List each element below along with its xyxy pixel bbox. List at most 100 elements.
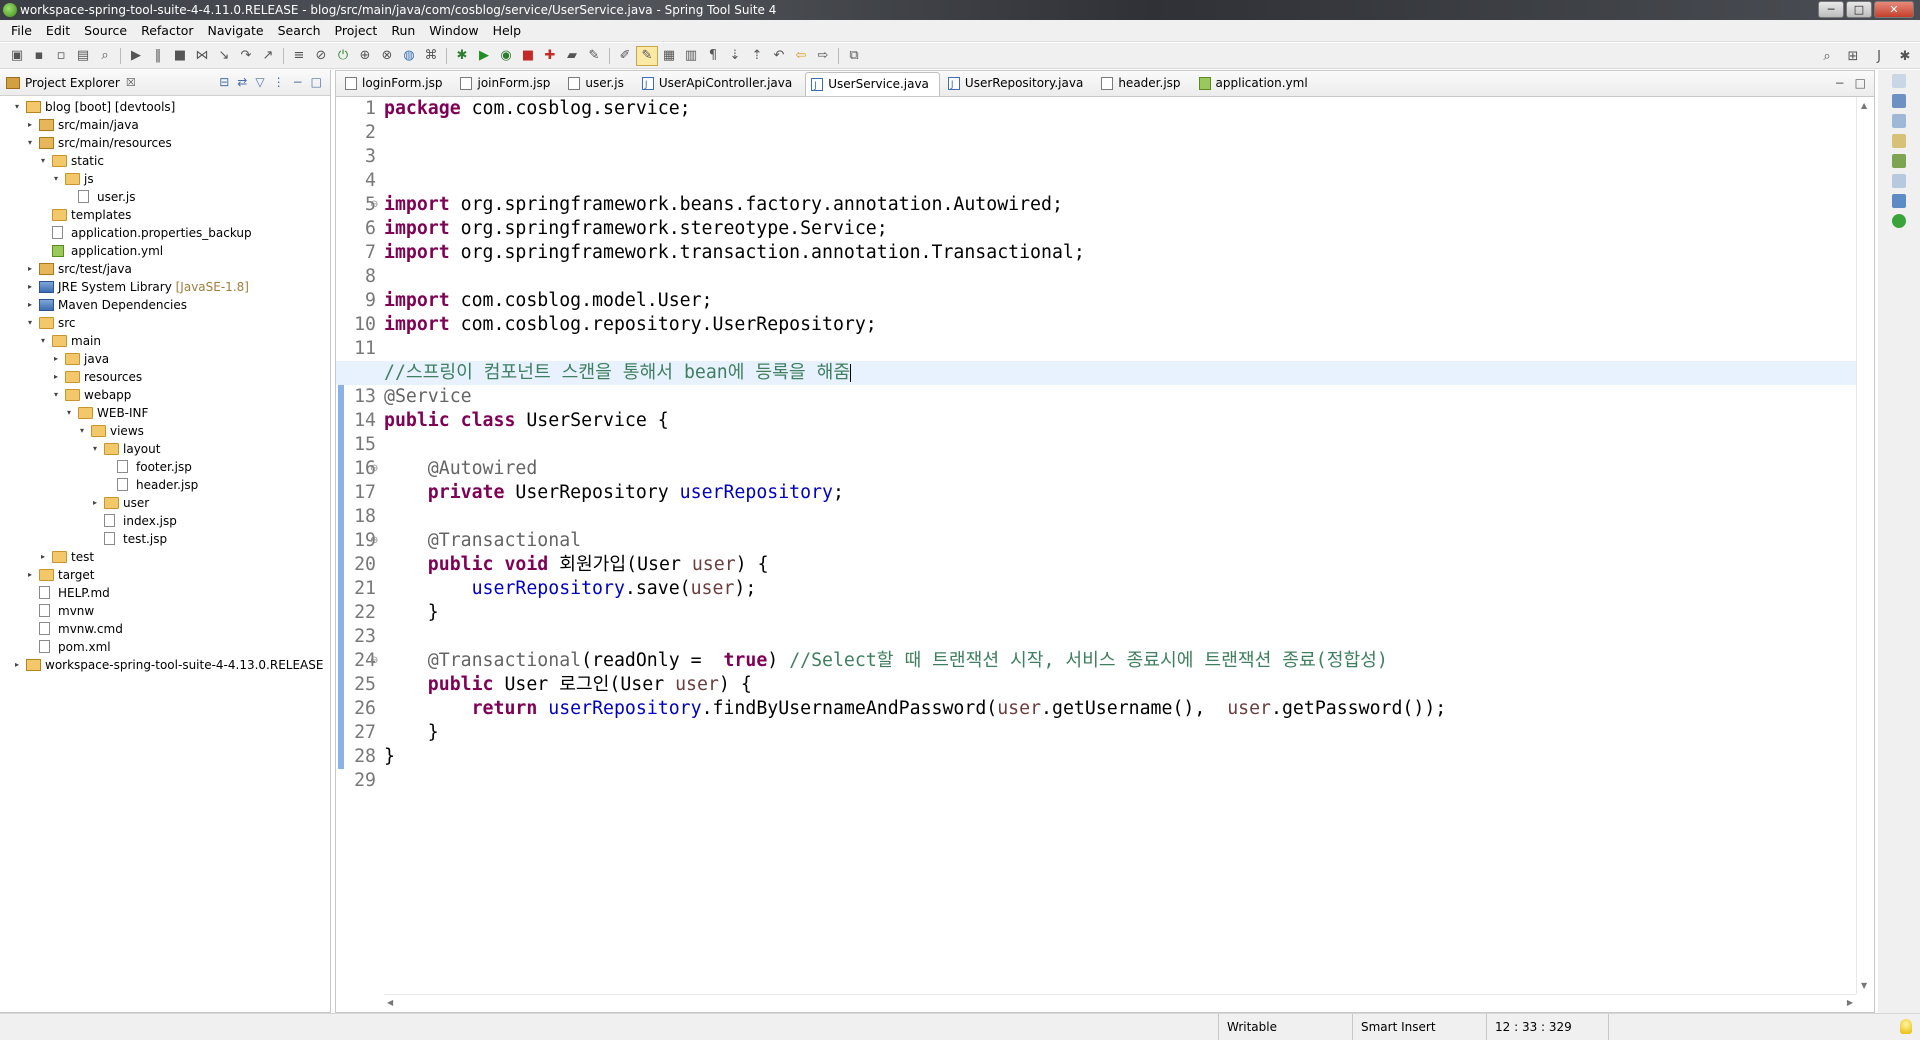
code-line[interactable] <box>384 169 1856 193</box>
code-line[interactable]: import com.cosblog.model.User; <box>384 289 1856 313</box>
mark-occurrences-icon[interactable]: ✐ <box>614 46 636 66</box>
tree-item[interactable]: pom.xml <box>0 638 330 656</box>
source-code[interactable]: package com.cosblog.service; import org.s… <box>336 97 1856 793</box>
code-line[interactable] <box>384 625 1856 649</box>
collapsed-twisty-icon[interactable]: ▸ <box>51 368 61 386</box>
maximize-button[interactable]: □ <box>1846 1 1872 18</box>
code-line[interactable] <box>384 337 1856 361</box>
coverage-icon[interactable]: ◉ <box>495 46 517 66</box>
fold-collapse-icon[interactable]: ⊖ <box>370 529 380 553</box>
tree-item[interactable]: ▾ js <box>0 170 330 188</box>
status-insert-mode[interactable]: Smart Insert <box>1352 1014 1484 1040</box>
code-line[interactable]: } <box>384 721 1856 745</box>
collapsed-twisty-icon[interactable]: ▸ <box>51 350 61 368</box>
code-line[interactable]: @Service <box>384 385 1856 409</box>
tree-item[interactable]: ▸ Maven Dependencies <box>0 296 330 314</box>
code-line[interactable]: import org.springframework.beans.factory… <box>384 193 1856 217</box>
globe-icon[interactable]: ◍ <box>398 46 420 66</box>
search-icon[interactable]: ⌕ <box>94 46 116 66</box>
toggle-breadcrumb-icon[interactable]: ✎ <box>636 45 658 66</box>
tree-item[interactable]: mvnw <box>0 602 330 620</box>
code-line[interactable]: } <box>384 601 1856 625</box>
save-all-icon[interactable]: ▫ <box>50 46 72 66</box>
code-line[interactable]: return userRepository.findByUsernameAndP… <box>384 697 1856 721</box>
expanded-twisty-icon[interactable]: ▾ <box>77 422 87 440</box>
code-line[interactable] <box>384 121 1856 145</box>
scroll-left-icon[interactable]: ◀ <box>387 998 393 1007</box>
tree-item[interactable]: ▾ views <box>0 422 330 440</box>
tree-item[interactable]: ▸ java <box>0 350 330 368</box>
new-project-icon[interactable]: ⊕ <box>354 46 376 66</box>
code-area[interactable]: 1234567891011121314151617181920212223242… <box>336 97 1856 994</box>
tree-item[interactable]: ▾ static <box>0 152 330 170</box>
collapsed-twisty-icon[interactable]: ▸ <box>25 566 35 584</box>
expanded-twisty-icon[interactable]: ▾ <box>51 170 61 188</box>
filter-icon[interactable]: ▽ <box>255 75 264 89</box>
skip-breakpoints-icon[interactable]: ⊘ <box>310 46 332 66</box>
next-annotation-icon[interactable]: ⇣ <box>724 46 746 66</box>
collapsed-twisty-icon[interactable]: ▸ <box>25 260 35 278</box>
spring-explorer-icon[interactable] <box>1892 134 1906 148</box>
close-view-icon[interactable]: ☒ <box>126 76 136 89</box>
tree-item[interactable]: ▾ src <box>0 314 330 332</box>
code-line[interactable]: //스프링이 컴포넌트 스캔을 통해서 bean에 등록을 해줌 <box>336 361 1856 385</box>
expanded-twisty-icon[interactable]: ▾ <box>90 440 100 458</box>
expanded-twisty-icon[interactable]: ▾ <box>25 314 35 332</box>
tree-item[interactable]: ▾ WEB-INF <box>0 404 330 422</box>
editor-tab[interactable]: UserRepository.java <box>943 72 1093 96</box>
tree-item[interactable]: ▸ src/main/java <box>0 116 330 134</box>
pin-editor-icon[interactable]: ⧉ <box>843 46 865 66</box>
restore-icon[interactable] <box>1892 74 1906 88</box>
collapsed-twisty-icon[interactable]: ▸ <box>12 656 22 674</box>
collapse-all-icon[interactable]: ⊟ <box>219 75 229 89</box>
editor-tab[interactable]: user.js <box>563 72 633 96</box>
pen-icon[interactable]: ✎ <box>583 46 605 66</box>
status-cursor-position[interactable]: 12 : 33 : 329 <box>1486 1014 1606 1040</box>
back-icon[interactable]: ⇦ <box>790 46 812 66</box>
tree-item[interactable]: application.properties_backup <box>0 224 330 242</box>
disconnect-icon[interactable]: ⋈ <box>191 46 213 66</box>
editor-tab[interactable]: loginForm.jsp <box>340 72 452 96</box>
minimize-view-icon[interactable]: − <box>293 75 303 89</box>
step-return-icon[interactable]: ↗ <box>257 46 279 66</box>
word-wrap-icon[interactable]: ▥ <box>680 46 702 66</box>
editor-tab[interactable]: application.yml <box>1194 72 1318 96</box>
editor-tab[interactable]: header.jsp <box>1096 72 1190 96</box>
code-line[interactable]: import org.springframework.transaction.a… <box>384 241 1856 265</box>
code-line[interactable]: import com.cosblog.repository.UserReposi… <box>384 313 1856 337</box>
code-line[interactable] <box>384 265 1856 289</box>
editor-tab[interactable]: UserService.java <box>805 72 940 97</box>
tree-item[interactable]: ▸ workspace-spring-tool-suite-4-4.13.0.RE… <box>0 656 330 674</box>
expanded-twisty-icon[interactable]: ▾ <box>51 386 61 404</box>
code-line[interactable]: public class UserService { <box>384 409 1856 433</box>
vertical-scrollbar[interactable]: ▲ ▼ <box>1856 97 1874 994</box>
tree-item[interactable]: ▾ layout <box>0 440 330 458</box>
tree-item[interactable]: ▸ target <box>0 566 330 584</box>
tree-item[interactable]: mvnw.cmd <box>0 620 330 638</box>
menu-search[interactable]: Search <box>271 20 328 42</box>
external-tools-icon[interactable]: ✚ <box>539 46 561 66</box>
menu-navigate[interactable]: Navigate <box>201 20 271 42</box>
problems-icon[interactable] <box>1892 174 1906 188</box>
close-button[interactable]: ✕ <box>1874 1 1914 18</box>
menu-refactor[interactable]: Refactor <box>134 20 200 42</box>
collapsed-twisty-icon[interactable]: ▸ <box>90 494 100 512</box>
expanded-twisty-icon[interactable]: ▾ <box>64 404 74 422</box>
menu-file[interactable]: File <box>4 20 39 42</box>
tree-item[interactable]: index.jsp <box>0 512 330 530</box>
tree-item[interactable]: ▾ blog [boot] [devtools] <box>0 98 330 116</box>
project-explorer-title[interactable]: Project Explorer <box>25 76 120 90</box>
view-menu-icon[interactable]: ⋮ <box>273 75 285 89</box>
editor-tab[interactable]: joinForm.jsp <box>455 72 560 96</box>
expanded-twisty-icon[interactable]: ▾ <box>25 134 35 152</box>
menu-help[interactable]: Help <box>486 20 529 42</box>
link-with-editor-icon[interactable]: ⇄ <box>237 75 247 89</box>
block-selection-icon[interactable]: ▦ <box>658 46 680 66</box>
debug-perspective-icon[interactable]: ✱ <box>1894 46 1916 66</box>
menu-project[interactable]: Project <box>328 20 385 42</box>
last-edit-icon[interactable]: ↶ <box>768 46 790 66</box>
minimize-editor-icon[interactable]: − <box>1835 76 1845 90</box>
collapsed-twisty-icon[interactable]: ▸ <box>38 548 48 566</box>
minimize-button[interactable]: ─ <box>1818 1 1844 18</box>
previous-annotation-icon[interactable]: ⇡ <box>746 46 768 66</box>
